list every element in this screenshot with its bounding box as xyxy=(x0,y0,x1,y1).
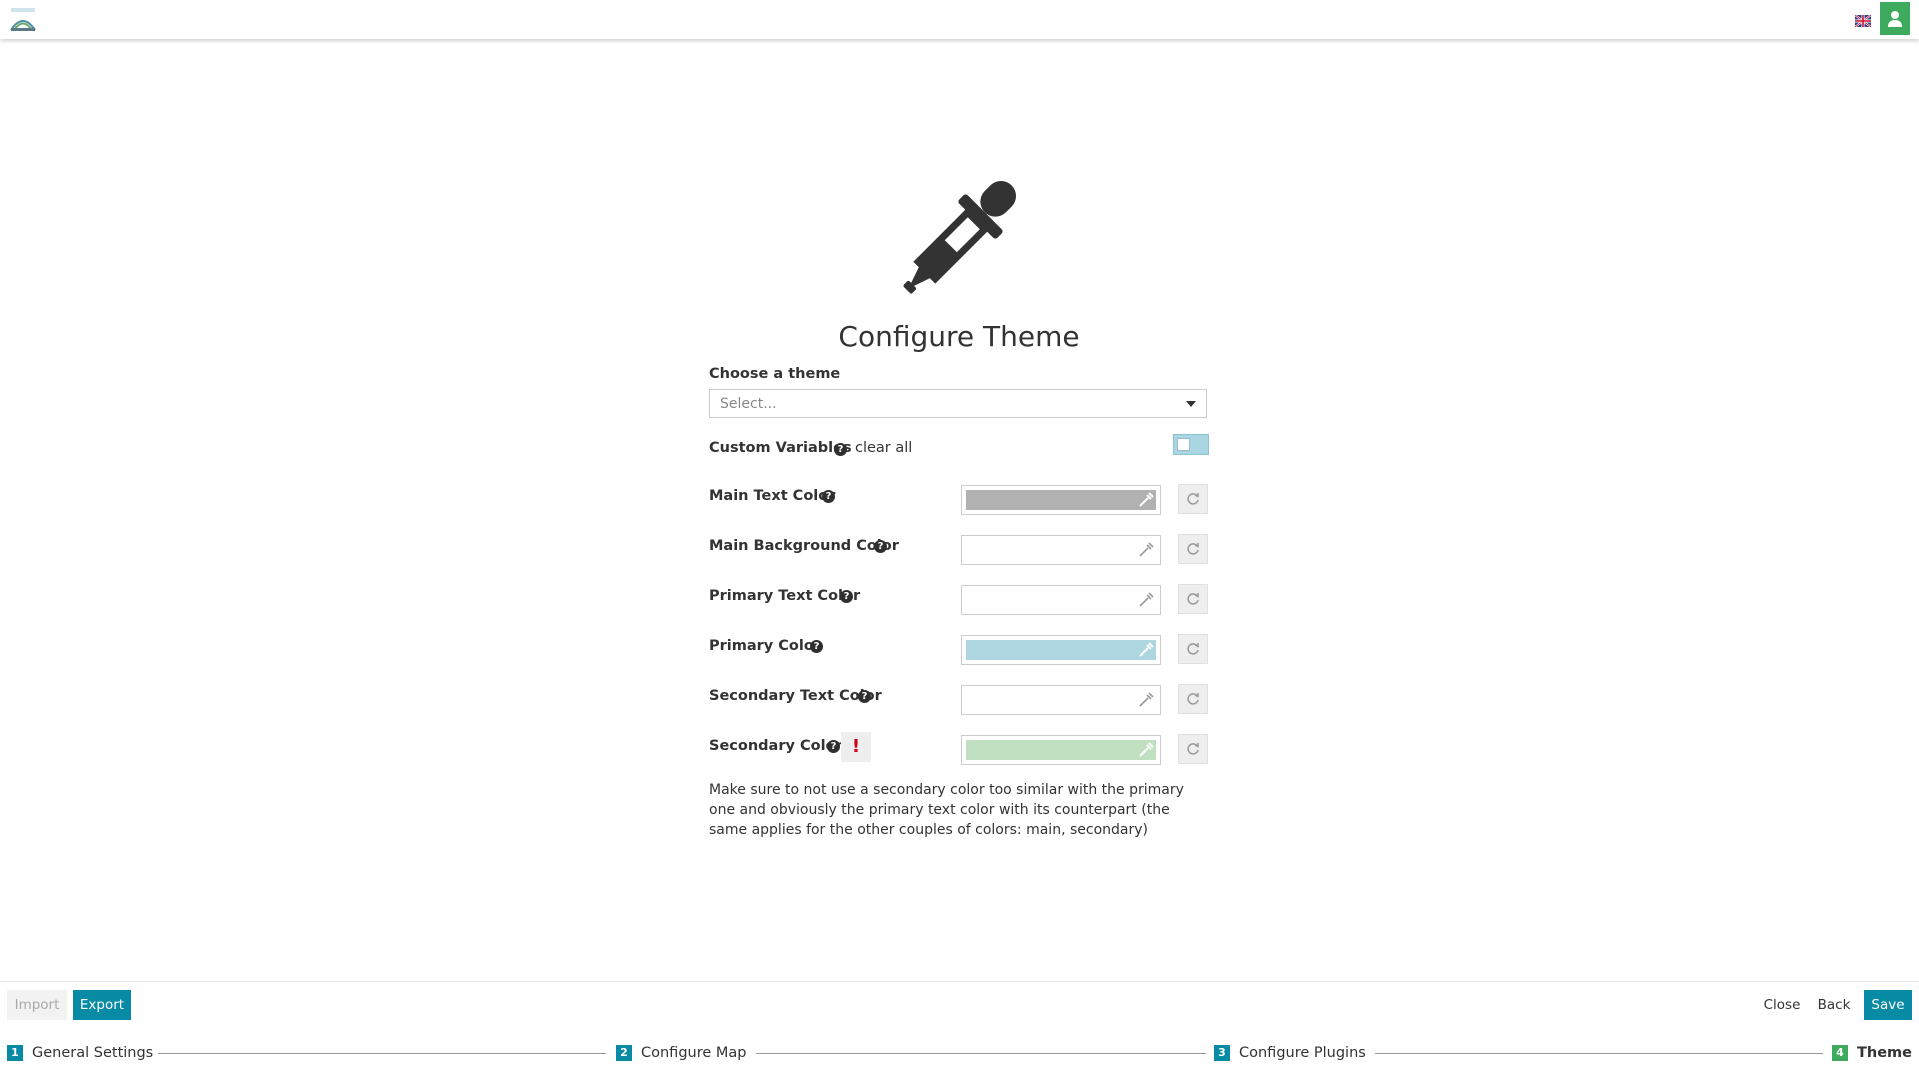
refresh-icon xyxy=(1187,743,1199,755)
step-configure-map[interactable]: 2 Configure Map xyxy=(616,1045,747,1061)
reset-button[interactable] xyxy=(1178,484,1208,514)
step-connector xyxy=(1375,1053,1823,1054)
theme-select-placeholder: Select... xyxy=(720,396,777,412)
chevron-down-icon xyxy=(1186,401,1196,407)
import-button[interactable]: Import xyxy=(7,990,67,1020)
warning-button[interactable]: ! xyxy=(841,732,871,762)
theme-select[interactable]: Select... xyxy=(709,389,1207,418)
help-icon[interactable]: ? xyxy=(834,443,847,456)
refresh-icon xyxy=(1187,643,1199,655)
reset-button[interactable] xyxy=(1178,584,1208,614)
eyedropper-icon xyxy=(903,180,1017,294)
secondary-color-input[interactable] xyxy=(961,735,1161,765)
main-background-color-label: Main Background Color xyxy=(709,538,899,554)
page-title: Configure Theme xyxy=(838,320,1080,353)
main-text-color-input[interactable] xyxy=(961,485,1161,515)
close-button[interactable]: Close xyxy=(1757,990,1807,1020)
refresh-icon xyxy=(1187,693,1199,705)
eyedropper-icon xyxy=(1139,592,1154,607)
primary-text-color-input[interactable] xyxy=(961,585,1161,615)
reset-button[interactable] xyxy=(1178,734,1208,764)
color-swatch xyxy=(966,640,1156,660)
footer-divider xyxy=(0,981,1919,982)
back-button[interactable]: Back xyxy=(1811,990,1857,1020)
help-icon[interactable]: ? xyxy=(874,540,887,553)
reset-button[interactable] xyxy=(1178,684,1208,714)
step-label: Configure Map xyxy=(641,1045,747,1061)
step-connector xyxy=(756,1053,1206,1054)
uk-flag-icon[interactable] xyxy=(1855,15,1871,27)
secondary-text-color-input[interactable] xyxy=(961,685,1161,715)
secondary-color-label: Secondary Color xyxy=(709,738,843,754)
export-button[interactable]: Export xyxy=(73,990,131,1020)
help-icon[interactable]: ? xyxy=(858,690,871,703)
step-number: 2 xyxy=(616,1045,632,1061)
top-bar xyxy=(0,0,1919,39)
user-icon xyxy=(1888,10,1902,27)
color-swatch xyxy=(966,490,1156,510)
reset-button[interactable] xyxy=(1178,634,1208,664)
help-icon[interactable]: ? xyxy=(822,490,835,503)
main-text-color-label: Main Text Color xyxy=(709,488,836,504)
step-label: Theme xyxy=(1857,1045,1912,1061)
step-number: 1 xyxy=(7,1045,23,1061)
refresh-icon xyxy=(1187,543,1199,555)
color-warning-note: Make sure to not use a secondary color t… xyxy=(709,782,1184,838)
help-icon[interactable]: ? xyxy=(840,590,853,603)
step-number: 4 xyxy=(1832,1045,1848,1061)
main-background-color-input[interactable] xyxy=(961,535,1161,565)
step-label: General Settings xyxy=(32,1045,154,1061)
primary-text-color-label: Primary Text Color xyxy=(709,588,861,604)
reset-button[interactable] xyxy=(1178,534,1208,564)
step-number: 3 xyxy=(1214,1045,1230,1061)
custom-variables-toggle[interactable] xyxy=(1173,434,1209,455)
step-label: Configure Plugins xyxy=(1239,1045,1366,1061)
user-menu-button[interactable] xyxy=(1880,2,1910,35)
clear-all-link[interactable]: clear all xyxy=(855,440,912,456)
theme-select-label: Choose a theme xyxy=(709,366,841,382)
eyedropper-icon xyxy=(1139,492,1154,507)
step-theme[interactable]: 4 Theme xyxy=(1832,1045,1912,1061)
eyedropper-icon xyxy=(1139,642,1154,657)
primary-color-label: Primary Color xyxy=(709,638,821,654)
step-configure-plugins[interactable]: 3 Configure Plugins xyxy=(1214,1045,1366,1061)
primary-color-input[interactable] xyxy=(961,635,1161,665)
secondary-text-color-label: Secondary Text Color xyxy=(709,688,882,704)
custom-variables-label: Custom Variables xyxy=(709,440,852,456)
color-swatch xyxy=(966,740,1156,760)
eyedropper-icon xyxy=(1139,742,1154,757)
mapstore-logo-icon[interactable] xyxy=(8,6,38,33)
eyedropper-icon xyxy=(1139,542,1154,557)
refresh-icon xyxy=(1187,593,1199,605)
eyedropper-icon xyxy=(1139,692,1154,707)
help-icon[interactable]: ? xyxy=(827,740,840,753)
help-icon[interactable]: ? xyxy=(810,640,823,653)
save-button[interactable]: Save xyxy=(1864,990,1912,1020)
step-connector xyxy=(158,1053,606,1054)
step-general-settings[interactable]: 1 General Settings xyxy=(7,1045,153,1061)
toggle-knob xyxy=(1177,438,1190,451)
refresh-icon xyxy=(1187,493,1199,505)
